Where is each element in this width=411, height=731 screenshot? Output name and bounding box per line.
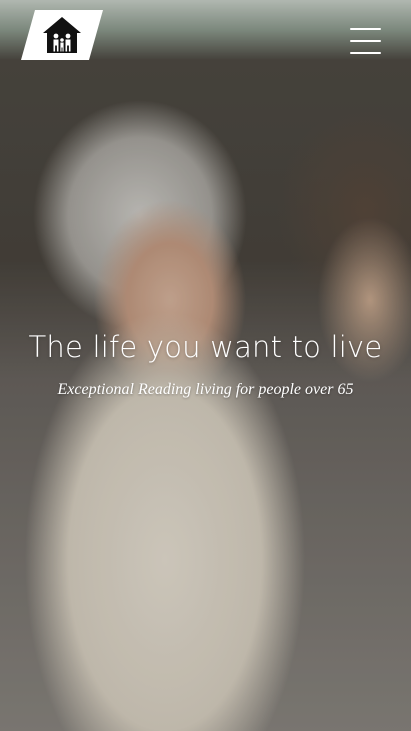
menu-bar (350, 28, 381, 30)
hamburger-menu-icon[interactable] (350, 28, 381, 54)
menu-bar (350, 40, 381, 42)
hero-subheadline: Exceptional Reading living for people ov… (57, 381, 354, 398)
hero-image (0, 0, 411, 731)
hero-headline: The life you want to live (28, 330, 383, 364)
logo[interactable] (21, 10, 103, 60)
house-family-icon (41, 16, 83, 54)
menu-bar (350, 52, 381, 54)
